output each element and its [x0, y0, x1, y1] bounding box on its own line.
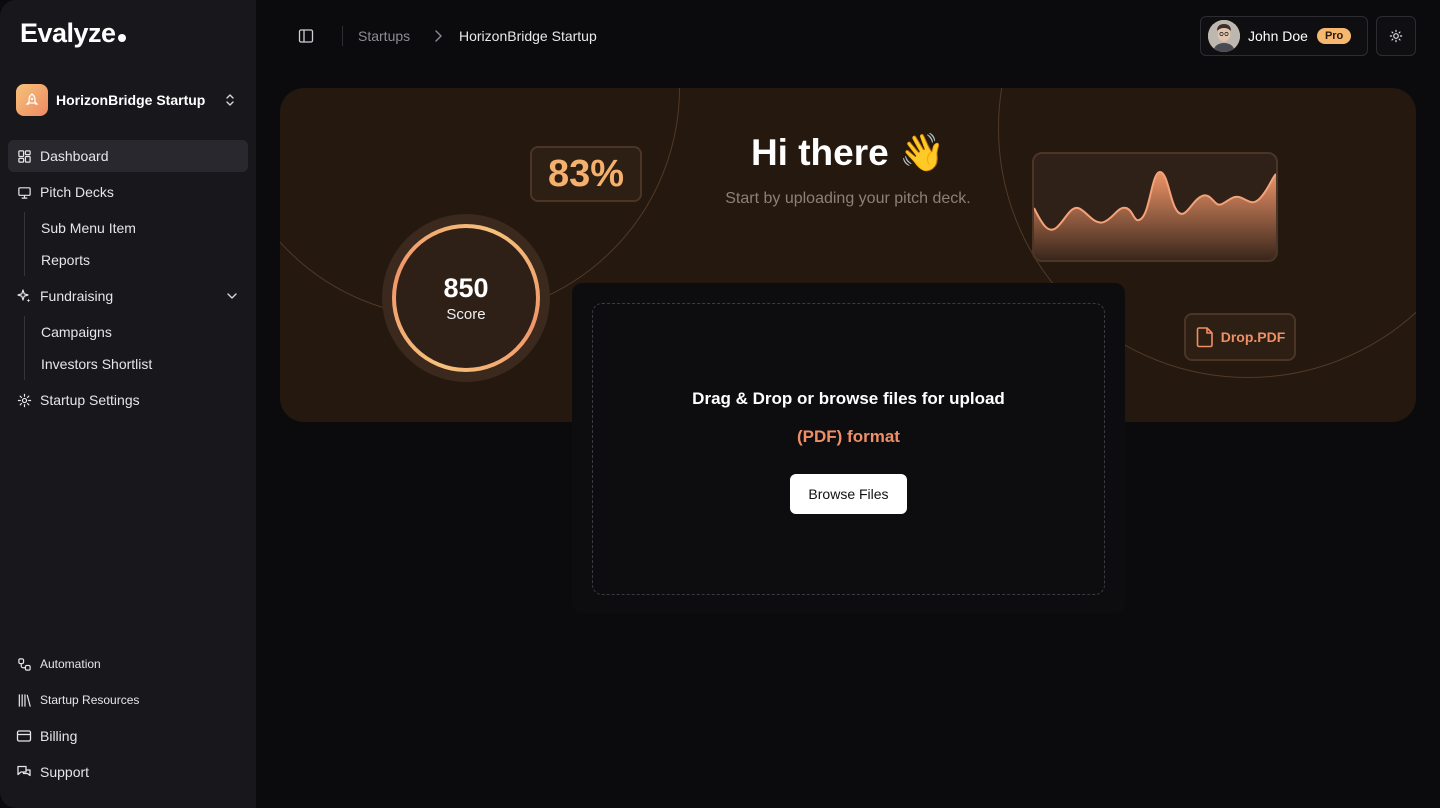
upload-format: (PDF) format — [797, 427, 900, 446]
sidebar-item-label: Fundraising — [40, 288, 114, 304]
chevron-right-icon — [435, 30, 442, 42]
fundraising-submenu: Campaigns Investors Shortlist — [24, 316, 248, 380]
logo-dot — [117, 34, 126, 42]
area-chart-illustration — [1034, 170, 1276, 260]
breadcrumb-current: HorizonBridge Startup — [459, 28, 597, 44]
decorative-chart-card — [1032, 152, 1278, 262]
sidebar-item-billing[interactable]: Billing — [8, 720, 248, 752]
sidebar-item-label: Dashboard — [40, 148, 109, 164]
sidebar-item-label: Sub Menu Item — [41, 220, 136, 236]
chat-bubbles-icon — [17, 765, 31, 777]
file-icon — [1196, 327, 1213, 348]
logo-text: Evalyze — [20, 18, 116, 48]
sidebar-item-label: Investors Shortlist — [41, 356, 153, 372]
workspace-avatar — [16, 84, 48, 116]
chevron-down-icon[interactable] — [224, 288, 240, 304]
browse-files-button[interactable]: Browse Files — [790, 474, 907, 514]
logo[interactable]: Evalyze — [20, 18, 126, 49]
score-badge: 850 Score — [382, 214, 550, 382]
score-ring: 850 Score — [392, 224, 540, 372]
library-icon — [18, 693, 31, 707]
app-window: Evalyze HorizonBridge Startup Dashboard … — [0, 0, 1440, 808]
sidebar-subitem-reports[interactable]: Reports — [25, 244, 248, 276]
sidebar-subitem-sub-menu-item[interactable]: Sub Menu Item — [25, 212, 248, 244]
sidebar-item-label: Automation — [40, 657, 101, 671]
upload-title: Drag & Drop or browse files for upload — [692, 389, 1005, 408]
sidebar-item-label: Startup Resources — [40, 693, 140, 707]
sidebar-item-startup-settings[interactable]: Startup Settings — [8, 384, 248, 416]
sidebar-item-dashboard[interactable]: Dashboard — [8, 140, 248, 172]
sidebar-item-fundraising[interactable]: Fundraising — [8, 280, 248, 312]
sparkles-icon — [17, 289, 31, 303]
credit-card-icon — [16, 730, 32, 742]
sidebar-item-label: Reports — [41, 252, 91, 268]
pro-badge: Pro — [1316, 28, 1352, 44]
workflow-icon — [17, 657, 31, 671]
file-dropzone[interactable] — [592, 303, 1105, 595]
drop-pdf-card: Drop.PDF — [1184, 313, 1296, 361]
presentation-icon — [17, 186, 31, 199]
header-divider — [342, 26, 343, 46]
user-menu[interactable]: John Doe Pro — [1200, 16, 1368, 56]
sun-icon — [1389, 29, 1403, 43]
sidebar-item-support[interactable]: Support — [8, 756, 248, 788]
pitch-decks-submenu: Sub Menu Item Reports — [24, 212, 248, 276]
user-name: John Doe — [1248, 28, 1308, 44]
sidebar-item-label: Startup Settings — [40, 392, 140, 408]
sidebar-toggle-icon[interactable] — [298, 28, 314, 44]
sidebar-item-label: Billing — [40, 728, 78, 744]
sidebar-item-label: Pitch Decks — [40, 184, 114, 200]
sidebar-item-label: Campaigns — [41, 324, 112, 340]
sidebar: Evalyze HorizonBridge Startup Dashboard … — [0, 0, 256, 808]
sidebar-item-label: Support — [40, 764, 90, 780]
upload-panel: Drag & Drop or browse files for upload (… — [572, 283, 1125, 613]
workspace-name: HorizonBridge Startup — [56, 92, 206, 108]
theme-toggle-button[interactable] — [1376, 16, 1416, 56]
breadcrumb-startups[interactable]: Startups — [358, 28, 410, 44]
gear-icon — [17, 393, 31, 407]
workspace-switcher[interactable]: HorizonBridge Startup — [16, 84, 240, 116]
sidebar-bottom-nav: Automation Startup Resources Billing Sup… — [8, 648, 248, 792]
sidebar-subitem-investors-shortlist[interactable]: Investors Shortlist — [25, 348, 248, 380]
dashboard-icon — [17, 149, 31, 163]
sidebar-item-startup-resources[interactable]: Startup Resources — [8, 684, 248, 716]
score-label: Score — [446, 306, 486, 323]
top-header: Startups HorizonBridge Startup John Doe … — [256, 0, 1440, 72]
user-photo-icon — [1208, 20, 1240, 52]
sidebar-subitem-campaigns[interactable]: Campaigns — [25, 316, 248, 348]
avatar — [1208, 20, 1240, 52]
score-value: 850 — [443, 273, 489, 303]
drop-pdf-label: Drop.PDF — [1220, 329, 1286, 345]
sidebar-item-automation[interactable]: Automation — [8, 648, 248, 680]
chevron-up-down-icon — [226, 94, 234, 106]
sidebar-nav: Dashboard Pitch Decks Sub Menu Item Repo… — [8, 140, 248, 420]
sidebar-item-pitch-decks[interactable]: Pitch Decks — [8, 176, 248, 208]
rocket-icon — [25, 93, 39, 105]
